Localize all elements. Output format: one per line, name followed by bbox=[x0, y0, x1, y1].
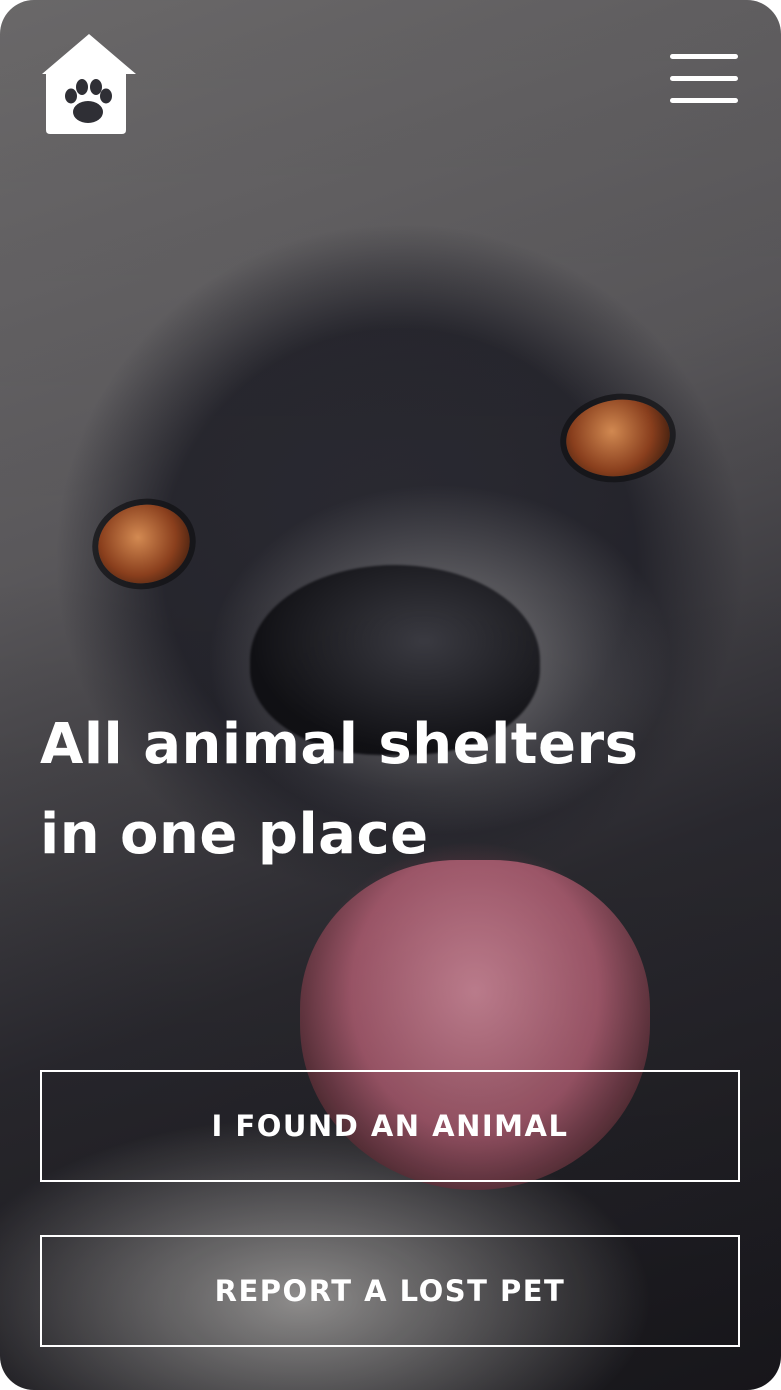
report-lost-pet-label: REPORT A LOST PET bbox=[214, 1274, 566, 1308]
headline-line-2: in one place bbox=[40, 802, 429, 867]
headline-line-1: All animal shelters bbox=[40, 712, 639, 777]
hamburger-menu-icon[interactable] bbox=[670, 54, 740, 106]
home-screen: All animal shelters in one place I FOUND… bbox=[0, 0, 781, 1390]
found-animal-label: I FOUND AN ANIMAL bbox=[211, 1109, 569, 1143]
hero-headline: All animal shelters in one place bbox=[40, 700, 740, 880]
found-animal-button[interactable]: I FOUND AN ANIMAL bbox=[40, 1070, 740, 1182]
house-paw-icon[interactable] bbox=[40, 32, 138, 136]
report-lost-pet-button[interactable]: REPORT A LOST PET bbox=[40, 1235, 740, 1347]
